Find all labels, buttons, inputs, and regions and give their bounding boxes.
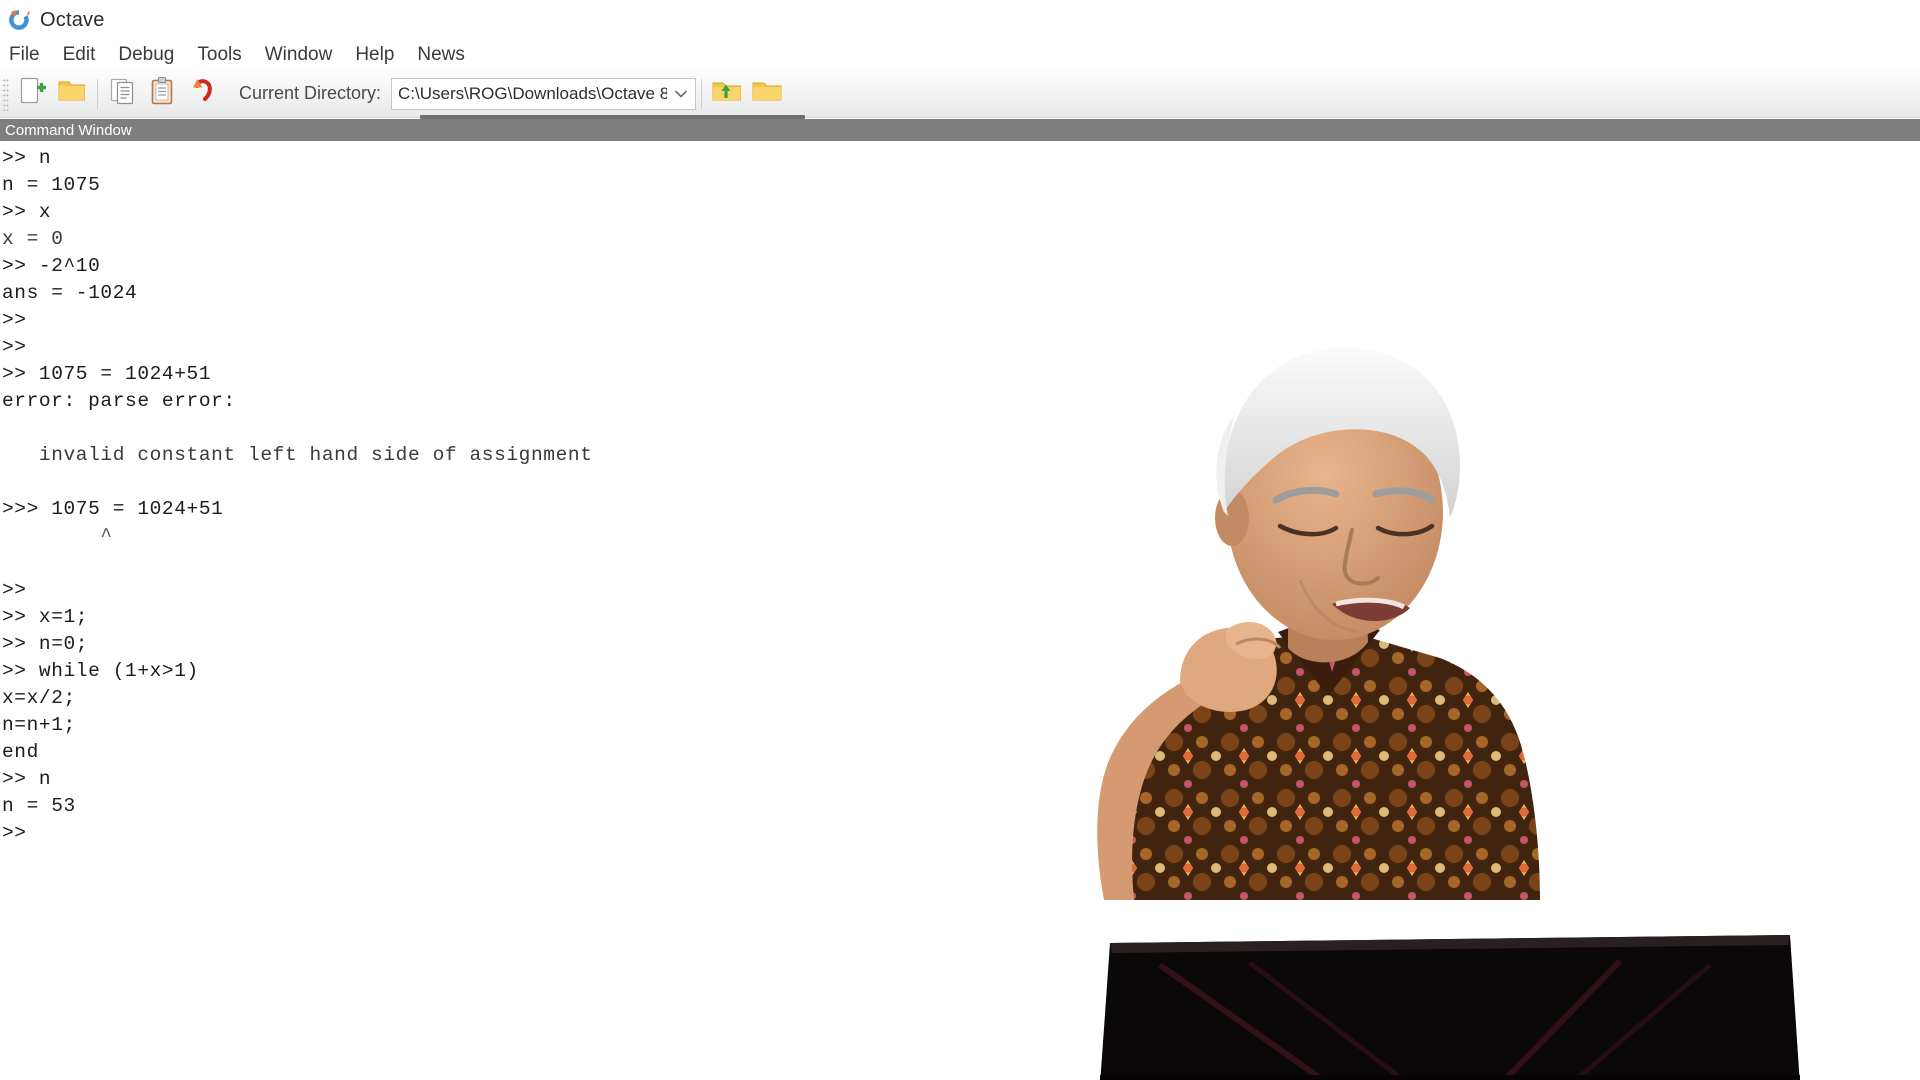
console-line: >> (2, 822, 27, 844)
copy-button[interactable] (103, 74, 143, 114)
folder-up-arrow-icon (711, 75, 743, 112)
one-directory-up-button[interactable] (707, 74, 747, 114)
console-line: error: parse error: (2, 390, 236, 412)
current-directory-label: Current Directory: (239, 83, 382, 103)
undo-button[interactable] (183, 74, 223, 114)
console-line: x = 0 (2, 228, 64, 250)
console-line: invalid constant left hand side of assig… (2, 444, 593, 466)
paste-button[interactable] (143, 74, 183, 114)
octave-application-window: Octave File Edit Debug Tools Window Help… (0, 0, 1920, 1080)
console-line: end (2, 741, 39, 763)
console-line: >> (2, 336, 27, 358)
paste-clipboard-icon (148, 75, 178, 112)
console-line: n=n+1; (2, 714, 76, 736)
console-line: >> n (2, 147, 52, 169)
current-directory-combobox[interactable]: C:\Users\ROG\Downloads\Octave 8.3.0 (391, 77, 697, 110)
command-window-header[interactable]: Command Window (0, 119, 1920, 141)
console-line: n = 1075 (2, 174, 101, 196)
console-line: >> n=0; (2, 633, 89, 655)
toolbar: Current Directory: C:\Users\ROG\Download… (0, 70, 1920, 118)
toolbar-drag-handle[interactable] (2, 76, 9, 111)
console-line: >> (2, 579, 27, 601)
copy-icon (108, 75, 138, 112)
toolbar-separator (97, 78, 98, 109)
console-line: ^ (2, 525, 113, 547)
current-directory-value[interactable]: C:\Users\ROG\Downloads\Octave 8.3.0 (392, 84, 667, 104)
console-line: n = 53 (2, 795, 76, 817)
chevron-down-icon[interactable] (667, 79, 695, 109)
new-script-button[interactable] (12, 74, 52, 114)
menu-item-window[interactable]: Window (265, 43, 345, 67)
console-line: >> n (2, 768, 52, 790)
title-bar: Octave (0, 0, 1920, 40)
menu-bar: File Edit Debug Tools Window Help News (0, 40, 1920, 70)
menu-item-news[interactable]: News (417, 43, 477, 67)
laptop-lid (1100, 925, 1800, 1080)
open-folder-icon (57, 75, 87, 112)
browse-directories-button[interactable] (747, 74, 787, 114)
open-file-button[interactable] (52, 74, 92, 114)
folder-icon (751, 75, 783, 112)
console-line: >> while (1+x>1) (2, 660, 199, 682)
console-line: ans = -1024 (2, 282, 138, 304)
menu-item-debug[interactable]: Debug (118, 43, 186, 67)
console-line: >> 1075 = 1024+51 (2, 363, 212, 385)
new-document-icon (17, 75, 47, 112)
menu-item-edit[interactable]: Edit (63, 43, 108, 67)
octave-logo-icon (6, 7, 32, 33)
menu-item-tools[interactable]: Tools (197, 43, 253, 67)
console-line: >> x=1; (2, 606, 89, 628)
console-line: >> x (2, 201, 52, 223)
console-line: >> (2, 309, 27, 331)
app-title: Octave (40, 8, 105, 31)
toolbar-separator-2 (701, 78, 703, 109)
console-line: x=x/2; (2, 687, 76, 709)
undo-arrow-icon (188, 75, 218, 112)
command-window-title: Command Window (5, 121, 132, 139)
console-line: >>> 1075 = 1024+51 (2, 498, 224, 520)
console-line: >> -2^10 (2, 255, 101, 277)
menu-item-file[interactable]: File (9, 43, 52, 67)
menu-item-help[interactable]: Help (355, 43, 406, 67)
